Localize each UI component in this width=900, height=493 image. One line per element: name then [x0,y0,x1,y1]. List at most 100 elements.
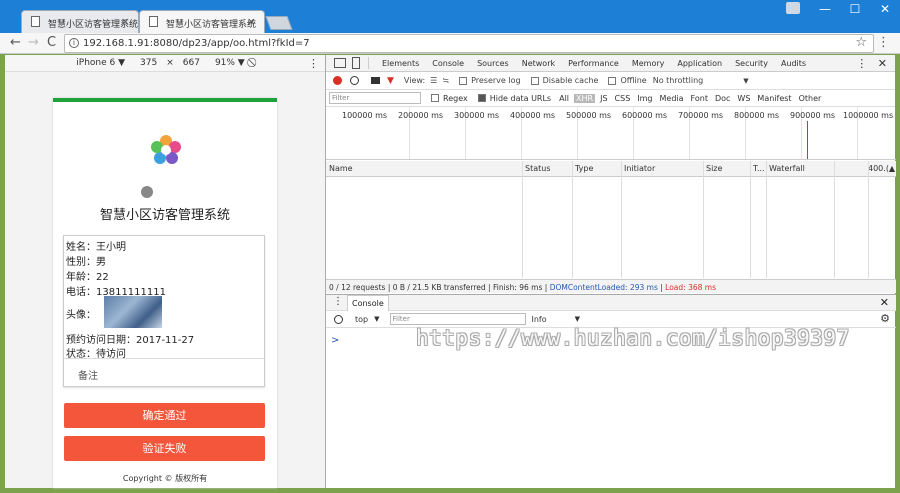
user-profile-icon[interactable] [786,2,800,14]
device-width[interactable]: 375 [140,58,157,68]
large-rows-icon[interactable]: ☰ [430,76,437,85]
column-divider [868,161,869,278]
divider [368,57,369,69]
back-button[interactable]: ← [10,35,21,50]
browser-tab-1[interactable]: 智慧小区访客管理系统 × [21,10,139,33]
console-drawer: ⋮ Console ✕ top ▼ Filter Info ▼ ⚙ > [326,294,896,488]
hide-data-urls-checkbox[interactable] [477,94,486,102]
tab-performance[interactable]: Performance [568,59,619,68]
tab-close-icon[interactable]: × [247,15,256,28]
overview-icon[interactable]: ≒ [442,76,449,85]
console-filter-input[interactable]: Filter [389,313,526,325]
filter-funnel-icon[interactable]: ▼ [387,76,394,86]
network-filter-input[interactable]: Filter [329,92,421,104]
hide-data-urls-label: Hide data URLs [489,93,552,103]
type-doc[interactable]: Doc [715,94,730,103]
device-height[interactable]: 667 [183,58,200,68]
throttling-dropdown-icon[interactable]: ▼ [743,77,748,85]
summary-sep: | [387,283,391,292]
visitor-avatar-label: 头像： [66,310,96,321]
record-icon[interactable] [333,76,342,85]
type-css[interactable]: CSS [615,94,631,103]
col-waterfall[interactable]: Waterfall [769,164,805,173]
offline-checkbox[interactable] [608,76,617,85]
timeline-label: 400000 ms [510,111,556,120]
context-dropdown-icon[interactable]: ▼ [374,315,379,323]
col-time[interactable]: T... [753,164,765,173]
visit-date: 预约访问日期：2017-11-27 [66,335,195,346]
console-prompt[interactable]: > [331,335,339,346]
reject-button[interactable]: 验证失败 [64,436,265,461]
device-more-icon[interactable]: ⋮ [308,57,319,70]
tab-memory[interactable]: Memory [632,59,665,68]
close-window-button[interactable]: ✕ [870,0,900,20]
drawer-tab-console[interactable]: Console [347,295,389,311]
tab-close-icon[interactable]: × [121,15,130,28]
type-other[interactable]: Other [799,94,822,103]
finish-time: Finish: 96 ms [492,283,543,292]
col-initiator[interactable]: Initiator [624,164,655,173]
star-icon[interactable]: ☆ [855,34,867,51]
type-js[interactable]: JS [600,94,607,103]
col-status[interactable]: Status [525,164,551,173]
maximize-button[interactable]: ☐ [840,0,870,20]
load-time: Load: 368 ms [665,283,716,292]
throttling-select[interactable]: No throttling [653,76,704,85]
device-toggle-icon[interactable] [352,57,360,69]
regex-checkbox[interactable] [431,94,439,102]
tab-sources[interactable]: Sources [477,59,509,68]
disable-cache-checkbox[interactable] [530,76,539,85]
requests-table-header: Name Status Type Initiator Size T... Wat… [326,161,896,177]
type-manifest[interactable]: Manifest [757,94,791,103]
col-name[interactable]: Name [329,164,353,173]
col-size[interactable]: Size [706,164,722,173]
tab-strip: 智慧小区访客管理系统 × 智慧小区访客管理系统 × — ☐ ✕ [0,0,900,33]
type-xhr[interactable]: XHR [574,93,596,103]
device-select[interactable]: iPhone 6 ▼ [76,58,125,68]
camera-icon[interactable] [371,77,380,84]
tab-audits[interactable]: Audits [781,59,806,68]
info-icon[interactable]: i [69,38,79,48]
avatar-dot [141,186,153,198]
level-select[interactable]: Info [532,315,547,324]
zoom-select[interactable]: 91% ▼ [215,58,245,68]
forward-button[interactable]: → [28,35,39,50]
new-tab-button[interactable] [265,16,293,30]
copyright-text: Copyright © 版权所有 [122,474,208,483]
approve-button[interactable]: 确定通过 [64,403,265,428]
type-ws[interactable]: WS [737,94,750,103]
drawer-close-icon[interactable]: ✕ [880,296,889,309]
type-all[interactable]: All [559,94,569,103]
console-settings-icon[interactable]: ⚙ [880,312,890,325]
level-dropdown-icon[interactable]: ▼ [575,315,580,323]
network-toolbar: ▼ View: ☰ ≒ Preserve log Disable cache O… [326,72,895,90]
column-divider [750,161,751,278]
tab-console[interactable]: Console [432,59,464,68]
type-media[interactable]: Media [660,94,684,103]
drawer-menu-icon[interactable]: ⋮ [333,296,343,307]
tab-application[interactable]: Application [677,59,722,68]
clear-icon[interactable] [350,76,359,85]
remark-input[interactable]: 备注 [64,358,264,386]
reload-button[interactable]: C [47,35,56,50]
address-bar[interactable]: i 192.168.1.91:8080/dp23/app/oo.html?fkI… [64,34,874,53]
browser-menu-icon[interactable]: ⋮ [877,35,890,50]
tab-security[interactable]: Security [735,59,768,68]
inspect-icon[interactable] [334,58,346,68]
tab-network[interactable]: Network [522,59,555,68]
devtools-menu-icon[interactable]: ⋮ ✕ [856,57,887,70]
dom-content-loaded: DOMContentLoaded: 293 ms [549,283,658,292]
minimize-button[interactable]: — [810,0,840,20]
regex-label: Regex [443,93,468,103]
context-select[interactable]: top [355,315,368,324]
app-logo-icon [151,135,181,164]
type-font[interactable]: Font [691,94,708,103]
url-text: 192.168.1.91:8080/dp23/app/oo.html?fkId=… [83,38,310,49]
tab-elements[interactable]: Elements [382,59,419,68]
network-overview[interactable]: 100000 ms 200000 ms 300000 ms 400000 ms … [326,107,896,160]
col-type[interactable]: Type [575,164,593,173]
console-clear-icon[interactable] [334,314,343,324]
type-img[interactable]: Img [637,94,652,103]
preserve-log-checkbox[interactable] [459,76,468,85]
browser-tab-2[interactable]: 智慧小区访客管理系统 × [139,10,265,33]
